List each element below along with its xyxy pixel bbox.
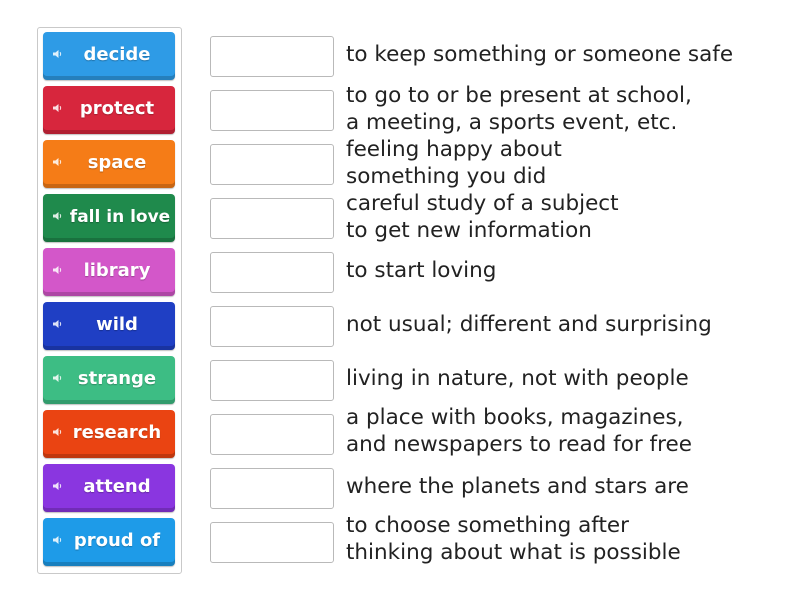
definition-7: living in nature, not with people: [346, 365, 776, 392]
word-tile-protect[interactable]: protect: [43, 86, 175, 134]
word-tile-research[interactable]: research: [43, 410, 175, 458]
speaker-icon[interactable]: [53, 211, 63, 221]
word-tile-space[interactable]: space: [43, 140, 175, 188]
definition-line: and newspapers to read for free: [346, 432, 692, 457]
answer-drop-box-3[interactable]: [210, 144, 334, 185]
definition-10: to choose something after thinking about…: [346, 512, 776, 566]
word-tile-attend[interactable]: attend: [43, 464, 175, 512]
definition-line: to get new information: [346, 218, 592, 243]
speaker-icon[interactable]: [53, 427, 63, 437]
definition-line: something you did: [346, 164, 547, 189]
word-tile-proud-of[interactable]: proud of: [43, 518, 175, 566]
speaker-icon[interactable]: [53, 49, 63, 59]
definition-3: feeling happy about something you did: [346, 136, 776, 190]
answer-drop-box-6[interactable]: [210, 306, 334, 347]
definition-line: to choose something after: [346, 513, 629, 538]
definition-line: where the planets and stars are: [346, 474, 689, 499]
speaker-icon[interactable]: [53, 373, 63, 383]
definition-2: to go to or be present at school, a meet…: [346, 82, 776, 136]
speaker-icon[interactable]: [53, 265, 63, 275]
answer-drop-box-8[interactable]: [210, 414, 334, 455]
definition-line: careful study of a subject: [346, 191, 619, 216]
speaker-icon[interactable]: [53, 157, 63, 167]
answer-drop-box-1[interactable]: [210, 36, 334, 77]
word-tile-library[interactable]: library: [43, 248, 175, 296]
definition-line: to keep something or someone safe: [346, 42, 734, 67]
definition-line: a place with books, magazines,: [346, 405, 684, 430]
word-tile-fall-in-love[interactable]: fall in love: [43, 194, 175, 242]
word-tile-decide[interactable]: decide: [43, 32, 175, 80]
speaker-icon[interactable]: [53, 103, 63, 113]
definition-4: careful study of a subject to get new in…: [346, 190, 776, 244]
definition-line: living in nature, not with people: [346, 366, 689, 391]
definition-line: thinking about what is possible: [346, 540, 681, 565]
definition-1: to keep something or someone safe: [346, 41, 776, 68]
answer-drop-box-4[interactable]: [210, 198, 334, 239]
word-tile-strange[interactable]: strange: [43, 356, 175, 404]
definition-line: not usual; different and surprising: [346, 312, 712, 337]
speaker-icon[interactable]: [53, 535, 63, 545]
definition-line: to start loving: [346, 258, 497, 283]
speaker-icon[interactable]: [53, 319, 63, 329]
answer-drop-box-2[interactable]: [210, 90, 334, 131]
definition-9: where the planets and stars are: [346, 473, 776, 500]
match-up-activity: decide protect space fall in love librar…: [0, 0, 800, 600]
answer-drop-box-10[interactable]: [210, 522, 334, 563]
definition-line: to go to or be present at school,: [346, 83, 692, 108]
speaker-icon[interactable]: [53, 481, 63, 491]
answer-drop-box-7[interactable]: [210, 360, 334, 401]
definition-5: to start loving: [346, 257, 776, 284]
definition-6: not usual; different and surprising: [346, 311, 776, 338]
definition-8: a place with books, magazines, and newsp…: [346, 404, 776, 458]
answer-drop-box-9[interactable]: [210, 468, 334, 509]
definition-line: feeling happy about: [346, 137, 562, 162]
answer-drop-box-5[interactable]: [210, 252, 334, 293]
word-tile-wild[interactable]: wild: [43, 302, 175, 350]
definition-line: a meeting, a sports event, etc.: [346, 110, 678, 135]
